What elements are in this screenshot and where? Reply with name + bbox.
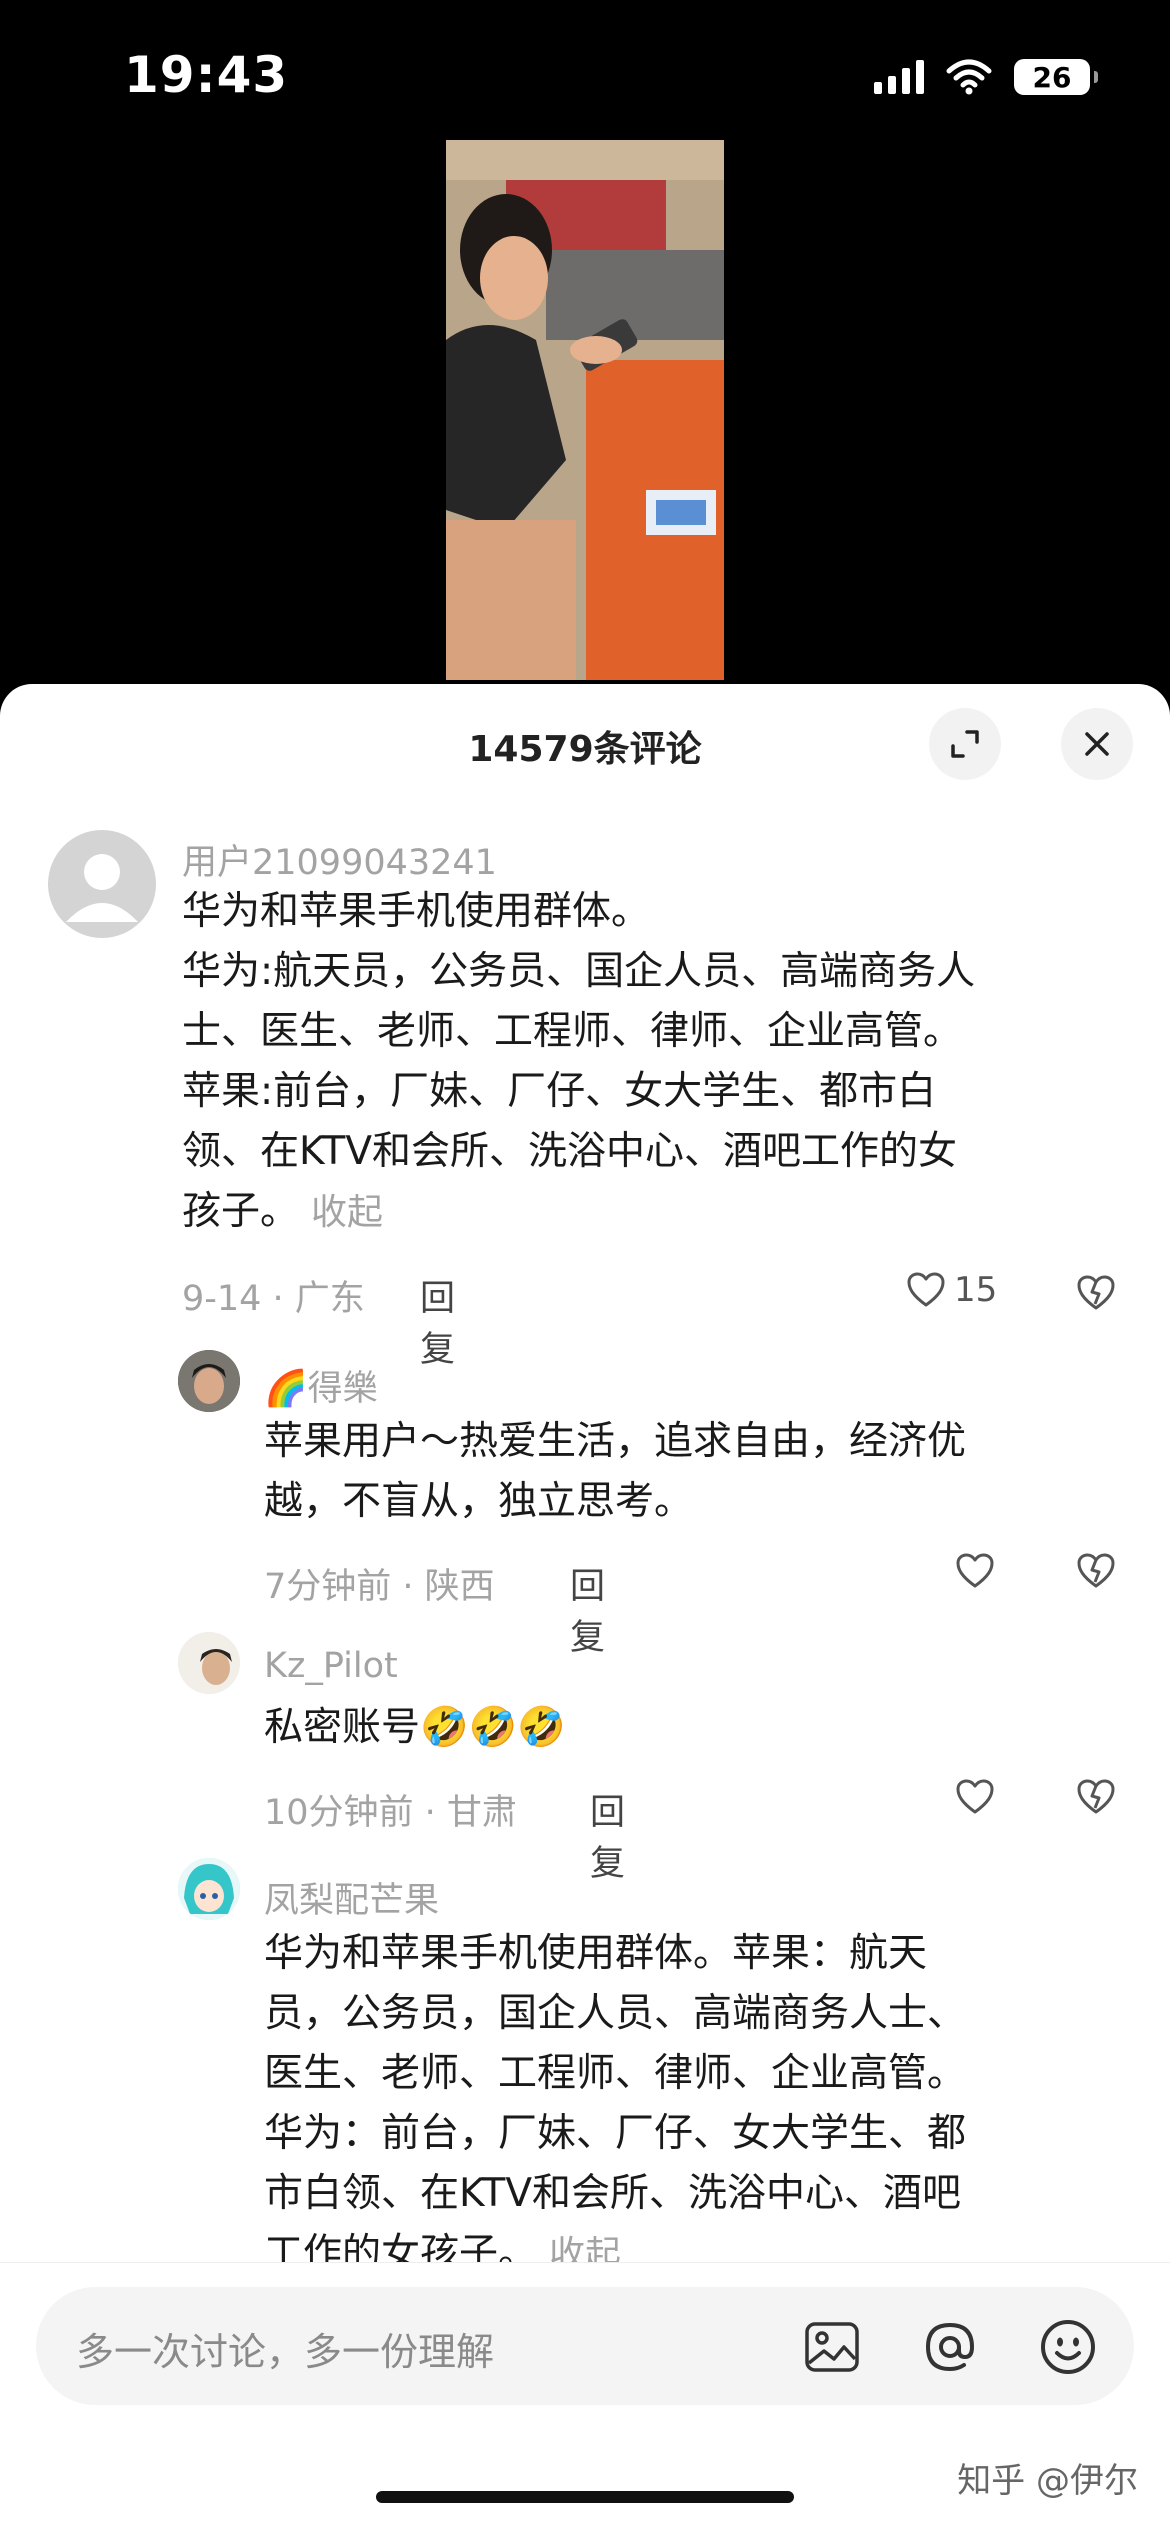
expand-button[interactable] — [929, 708, 1001, 780]
avatar[interactable] — [178, 1858, 240, 1920]
status-icons: 26 — [874, 52, 1098, 102]
comment-line: 员，公务员，国企人员、高端商务人士、 — [264, 1991, 967, 2036]
collapse-link[interactable]: 收起 — [311, 1192, 383, 1233]
video-frame[interactable] — [446, 140, 724, 680]
comment-input-bar: 多一次讨论，多一份理解 知乎 @伊尔 — [0, 2262, 1170, 2533]
comment-line: 华为和苹果手机使用群体。苹果：航天 — [264, 1931, 928, 1976]
expand-icon — [951, 730, 979, 758]
image-button[interactable] — [800, 2315, 864, 2379]
home-indicator — [376, 2491, 794, 2503]
comment-username[interactable]: 凤梨配芒果 — [264, 1872, 439, 1923]
comment-text: 私密账号🤣🤣🤣 — [264, 1698, 1124, 1758]
heart-icon — [907, 1272, 945, 1307]
reply-button[interactable]: 回复 — [570, 1558, 605, 1660]
heart-broken-icon — [1077, 1553, 1115, 1588]
comment-text: 华为和苹果手机使用群体。 华为:航天员，公务员、国企人员、高端商务人 士、医生、… — [182, 882, 1122, 1243]
comment-meta: 9-14 · 广东 — [182, 1279, 365, 1319]
emoji-button[interactable] — [1036, 2315, 1100, 2379]
heart-broken-icon — [1077, 1275, 1115, 1310]
comment-line: 越，不盲从，独立思考。 — [264, 1479, 694, 1524]
user-avatar-image — [178, 1350, 240, 1412]
avatar[interactable] — [178, 1350, 240, 1412]
like-count: 15 — [954, 1270, 998, 1310]
comment-line: 私密账号🤣🤣🤣 — [264, 1705, 566, 1750]
comment-line: 苹果用户～热爱生活，追求自由，经济优 — [264, 1419, 967, 1464]
comment-input[interactable]: 多一次讨论，多一份理解 — [36, 2287, 1134, 2405]
close-icon — [1085, 732, 1109, 756]
dislike-button[interactable] — [1076, 1552, 1116, 1594]
status-time: 19:43 — [124, 46, 289, 104]
comment-line: 领、在KTV和会所、洗浴中心、酒吧工作的女 — [182, 1129, 958, 1174]
comment-username[interactable]: 用户21099043241 — [182, 834, 497, 885]
comment-input-placeholder: 多一次讨论，多一份理解 — [76, 2330, 495, 2374]
close-button[interactable] — [1061, 708, 1133, 780]
dislike-button[interactable] — [1076, 1274, 1116, 1316]
avatar[interactable] — [178, 1632, 240, 1694]
video-image — [446, 140, 724, 680]
comment-text: 华为和苹果手机使用群体。苹果：航天 员，公务员，国企人员、高端商务人士、 医生、… — [264, 1924, 1124, 2285]
battery-level: 26 — [1032, 60, 1072, 94]
user-avatar-image — [178, 1632, 240, 1694]
comment-line-text: 孩子。 — [182, 1189, 300, 1234]
mention-button[interactable] — [918, 2315, 982, 2379]
comment-line: 士、医生、老师、工程师、律师、企业高管。 — [182, 1009, 963, 1054]
comment-line: 华为：前台，厂妹、厂仔、女大学生、都 — [264, 2111, 967, 2156]
watermark: 知乎 @伊尔 — [957, 2461, 1138, 2501]
comment-text: 苹果用户～热爱生活，追求自由，经济优 越，不盲从，独立思考。 — [264, 1412, 1124, 1532]
default-avatar-icon — [66, 854, 138, 922]
comment-meta: 7分钟前 · 陕西 — [264, 1567, 495, 1607]
comment-line: 苹果:前台，厂妹、厂仔、女大学生、都市白 — [182, 1069, 937, 1114]
comment-line: 华为和苹果手机使用群体。 — [182, 889, 651, 934]
status-bar: 19:43 26 — [0, 0, 1170, 140]
signal-icon — [874, 60, 924, 94]
like-button[interactable] — [955, 1778, 995, 1816]
comment-line: 华为:航天员，公务员、国企人员、高端商务人 — [182, 949, 976, 994]
sheet-header: 14579条评论 — [0, 684, 1170, 804]
heart-broken-icon — [1077, 1779, 1115, 1814]
comment-line: 医生、老师、工程师、律师、企业高管。 — [264, 2051, 967, 2096]
emoji-icon — [1041, 2320, 1095, 2374]
user-avatar-image — [178, 1858, 240, 1920]
like-button[interactable]: 15 — [906, 1270, 997, 1310]
avatar[interactable] — [48, 830, 156, 938]
reply-button[interactable]: 回复 — [420, 1270, 455, 1372]
comment-line: 孩子。 收起 — [182, 1182, 1122, 1243]
heart-icon — [956, 1553, 994, 1588]
comments-sheet: 14579条评论 用户21099043241 华为和苹果手机使用群体。 华为:航… — [0, 684, 1170, 2532]
image-icon — [805, 2322, 859, 2372]
battery-icon: 26 — [1014, 59, 1098, 95]
heart-icon — [956, 1779, 994, 1814]
comment-line: 市白领、在KTV和会所、洗浴中心、酒吧 — [264, 2171, 962, 2216]
wifi-icon — [946, 59, 992, 95]
dislike-button[interactable] — [1076, 1778, 1116, 1820]
comment-username[interactable]: 🌈得樂 — [264, 1360, 378, 1411]
at-icon — [925, 2322, 975, 2372]
reply-button[interactable]: 回复 — [590, 1784, 625, 1886]
comment-username[interactable]: Kz_Pilot — [264, 1646, 398, 1686]
comment-meta: 10分钟前 · 甘肃 — [264, 1793, 517, 1833]
like-button[interactable] — [955, 1552, 995, 1590]
